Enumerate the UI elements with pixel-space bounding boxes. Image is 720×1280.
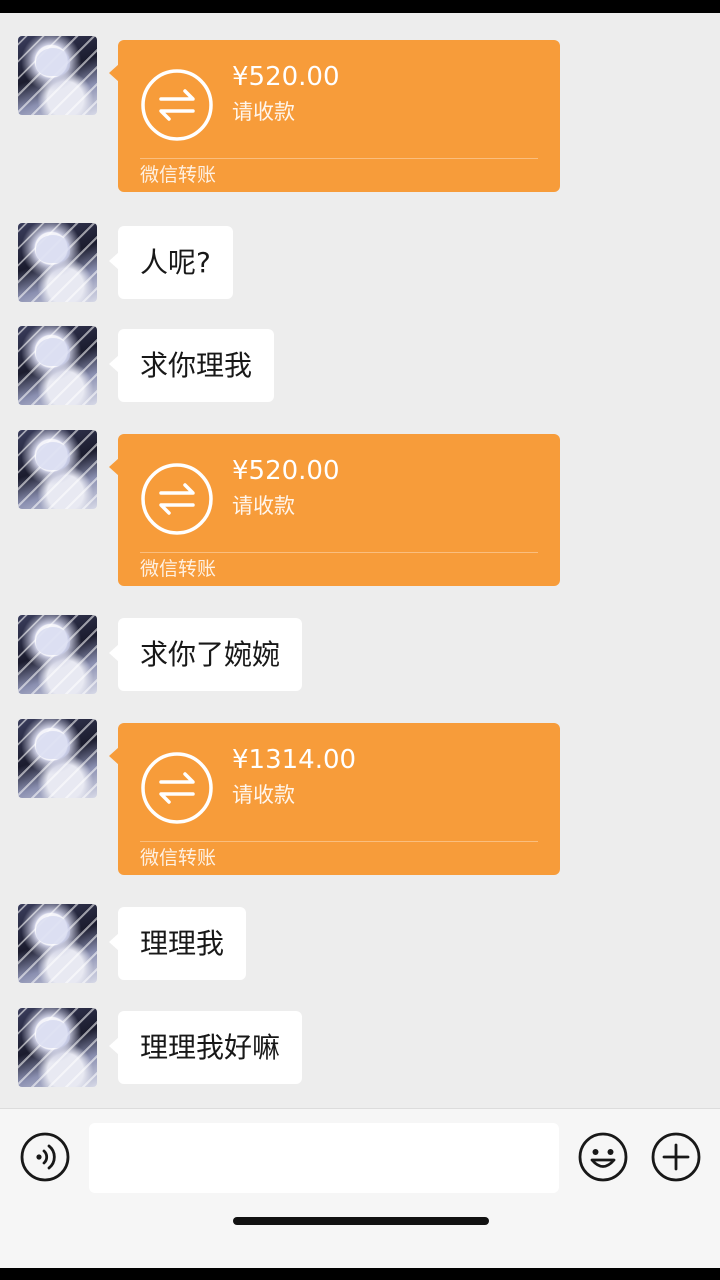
message-list[interactable]: ¥520.00 请收款 微信转账 人呢? 求你理我 ¥520.00 请收款 微信… (0, 13, 720, 1108)
transfer-brand: 微信转账 (140, 558, 217, 580)
transfer-note: 请收款 (232, 783, 295, 807)
text-bubble[interactable]: 求你了婉婉 (108, 618, 303, 691)
transfer-icon (141, 752, 213, 824)
avatar[interactable] (18, 904, 97, 983)
transfer-card[interactable]: ¥520.00 请收款 微信转账 (109, 434, 560, 586)
message-input[interactable] (89, 1123, 559, 1193)
transfer-card[interactable]: ¥1314.00 请收款 微信转账 (109, 723, 560, 875)
avatar[interactable] (18, 719, 97, 798)
avatar[interactable] (18, 326, 97, 405)
chat-screen: ¥520.00 请收款 微信转账 人呢? 求你理我 ¥520.00 请收款 微信… (0, 13, 720, 1268)
divider (140, 158, 538, 159)
emoji-icon[interactable] (577, 1131, 629, 1183)
transfer-card[interactable]: ¥520.00 请收款 微信转账 (109, 40, 560, 192)
transfer-icon (141, 463, 213, 535)
transfer-note: 请收款 (232, 494, 295, 518)
transfer-amount: ¥1314.00 (232, 745, 357, 775)
input-bar (0, 1108, 720, 1268)
transfer-amount: ¥520.00 (232, 62, 340, 92)
divider (140, 841, 538, 842)
transfer-brand: 微信转账 (140, 847, 217, 869)
text-bubble[interactable]: 理理我好嘛 (108, 1011, 303, 1084)
voice-icon[interactable] (19, 1131, 71, 1183)
home-indicator[interactable] (233, 1217, 489, 1225)
avatar[interactable] (18, 615, 97, 694)
avatar[interactable] (18, 36, 97, 115)
transfer-icon (141, 69, 213, 141)
avatar[interactable] (18, 430, 97, 509)
text-bubble[interactable]: 理理我 (108, 907, 247, 980)
plus-icon[interactable] (650, 1131, 702, 1183)
avatar[interactable] (18, 1008, 97, 1087)
text-bubble[interactable]: 求你理我 (108, 329, 275, 402)
transfer-amount: ¥520.00 (232, 456, 340, 486)
transfer-brand: 微信转账 (140, 164, 217, 186)
transfer-note: 请收款 (232, 100, 295, 124)
avatar[interactable] (18, 223, 97, 302)
divider (140, 552, 538, 553)
text-bubble[interactable]: 人呢? (109, 226, 233, 299)
